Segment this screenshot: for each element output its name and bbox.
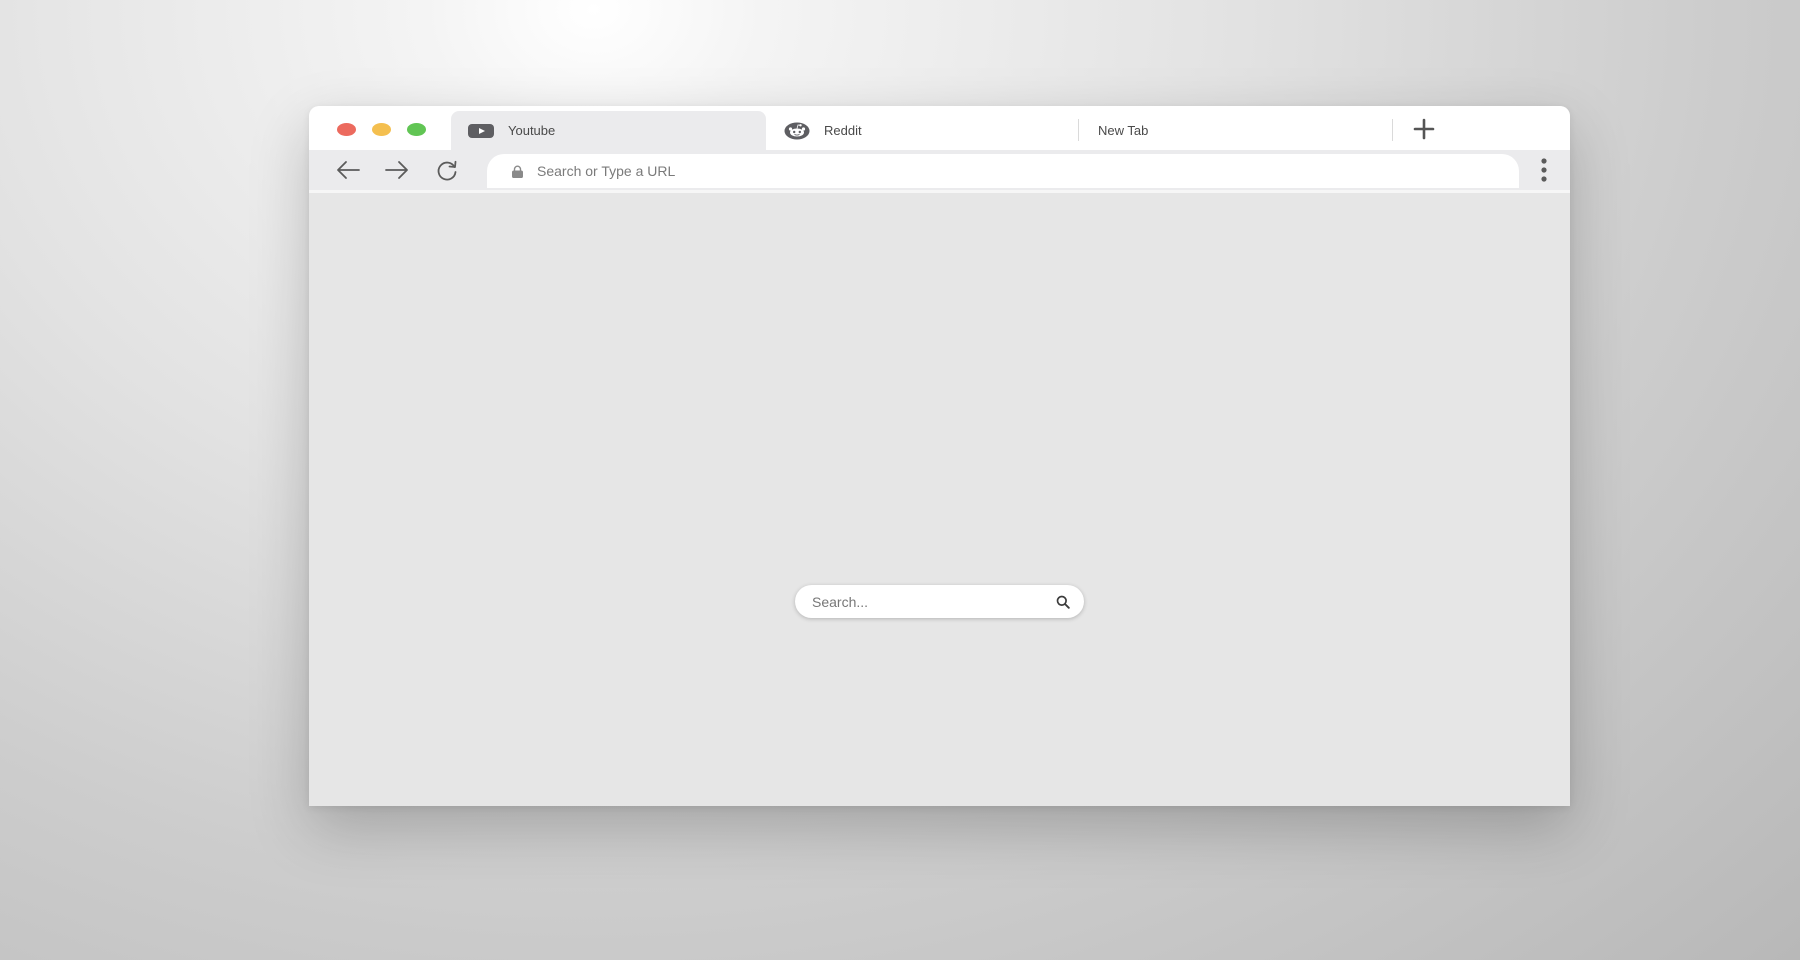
close-window-button[interactable]: [337, 123, 356, 136]
arrow-left-icon[interactable]: [335, 159, 361, 181]
lock-icon: [512, 165, 523, 178]
tab-label: New Tab: [1098, 123, 1149, 138]
minimize-window-button[interactable]: [372, 123, 391, 136]
tab-divider: [1078, 119, 1079, 141]
url-input[interactable]: [537, 163, 1437, 179]
page-search-box[interactable]: [795, 585, 1084, 618]
tab-reddit[interactable]: Reddit: [784, 111, 1084, 150]
tab-bar: Youtube Reddit New Tab: [309, 106, 1570, 150]
page-content: [309, 193, 1570, 806]
tab-youtube[interactable]: Youtube: [451, 111, 766, 150]
reload-icon[interactable]: [434, 159, 460, 181]
tab-label: Reddit: [824, 123, 862, 138]
arrow-right-icon[interactable]: [384, 159, 410, 181]
address-bar[interactable]: [487, 154, 1519, 188]
youtube-icon: [468, 123, 494, 138]
search-input[interactable]: [812, 593, 1056, 610]
tab-new-tab[interactable]: New Tab: [1098, 111, 1388, 150]
toolbar: [309, 150, 1570, 193]
kebab-menu-icon[interactable]: [1540, 157, 1548, 183]
tab-divider: [1392, 119, 1393, 141]
reddit-icon: [784, 122, 810, 139]
plus-icon[interactable]: [1411, 116, 1437, 142]
browser-window: Youtube Reddit New Tab: [309, 106, 1570, 806]
search-icon[interactable]: [1056, 595, 1070, 609]
maximize-window-button[interactable]: [407, 123, 426, 136]
tab-label: Youtube: [508, 123, 556, 138]
